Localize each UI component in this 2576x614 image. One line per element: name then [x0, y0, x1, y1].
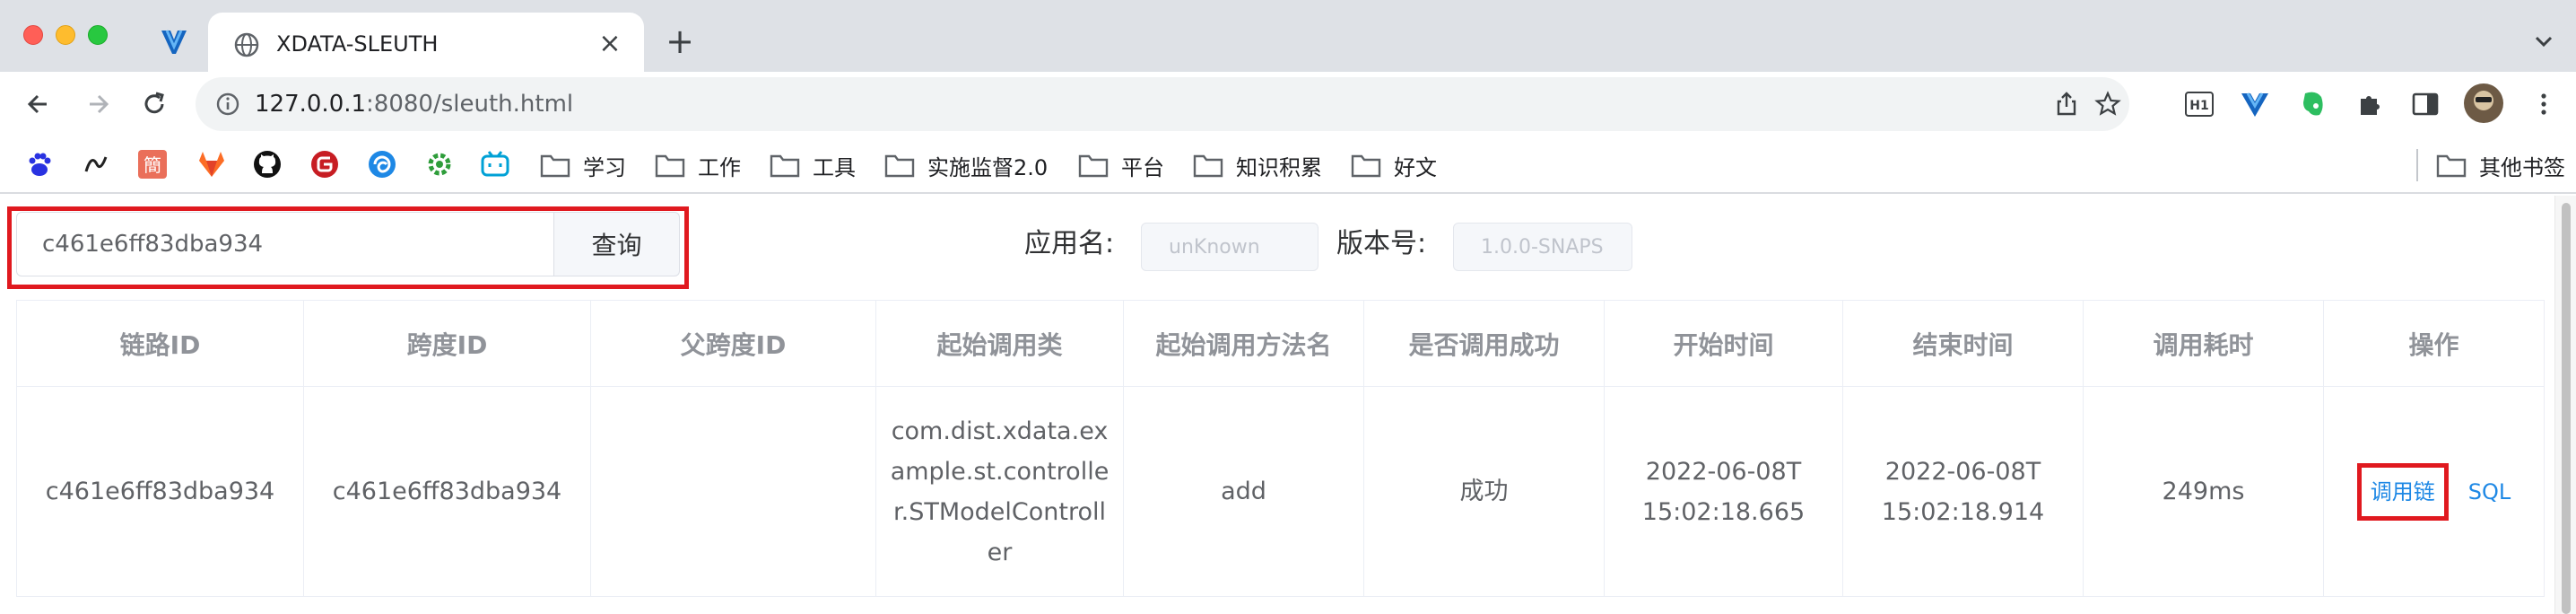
column-header-end-time: 结束时间	[1842, 300, 2084, 387]
gitlab-icon[interactable]	[196, 148, 228, 180]
cell-actions: 调用链 SQL	[2323, 386, 2545, 597]
bookmark-folder-tools[interactable]: 工具	[770, 147, 856, 183]
bookmark-folder-work[interactable]: 工作	[655, 147, 741, 183]
globe-icon	[234, 32, 259, 57]
table-row: c461e6ff83dba934 c461e6ff83dba934 com.di…	[16, 386, 2545, 597]
cell-trace-id: c461e6ff83dba934	[16, 386, 304, 597]
bilibili-icon[interactable]	[479, 148, 511, 180]
bookmark-folder-knowledge[interactable]: 知识积累	[1193, 147, 1322, 183]
svg-text:簡: 簡	[144, 154, 161, 176]
info-icon[interactable]	[215, 92, 240, 117]
version-label: 版本号:	[1336, 228, 1427, 259]
column-header-trace-id: 链路ID	[16, 300, 304, 387]
cell-end-time: 2022-06-08T15:02:18.914	[1842, 386, 2084, 597]
swirl-icon[interactable]	[366, 148, 398, 180]
column-header-method: 起始调用方法名	[1123, 300, 1364, 387]
svg-text:H1: H1	[2189, 99, 2208, 113]
forward-arrow-icon[interactable]	[79, 84, 118, 124]
bookmarks-bar: 簡 学习 工作 工具 实施监督2.0 平台 知识积累 好文 其他书签	[0, 136, 2576, 194]
cell-class-name: com.dist.xdata.example.st.controller.STM…	[875, 386, 1124, 597]
folder-icon	[655, 154, 685, 178]
version-field[interactable]	[1453, 223, 1632, 271]
bookmark-folder-platform[interactable]: 平台	[1078, 147, 1164, 183]
back-arrow-icon[interactable]	[20, 84, 59, 124]
chevron-down-icon[interactable]	[2526, 23, 2562, 59]
cell-span-id: c461e6ff83dba934	[303, 386, 591, 597]
puzzle-extensions-icon[interactable]	[2354, 88, 2386, 120]
folder-icon	[1351, 154, 1381, 178]
tab-strip: XDATA-SLEUTH × +	[0, 0, 2576, 72]
column-header-start-time: 开始时间	[1604, 300, 1843, 387]
folder-icon	[1078, 154, 1109, 178]
bookmarks-separator	[2416, 149, 2418, 181]
close-window-button[interactable]	[23, 25, 43, 45]
browser-toolbar: 127.0.0.1:8080/sleuth.html H1	[0, 72, 2576, 136]
app-name-field[interactable]	[1141, 223, 1318, 271]
active-tab[interactable]: XDATA-SLEUTH ×	[208, 13, 644, 72]
script-a-icon[interactable]	[79, 148, 111, 180]
bookmark-folder-other[interactable]: 其他书签	[2436, 147, 2565, 183]
cell-start-time: 2022-06-08T15:02:18.665	[1604, 386, 1843, 597]
call-chain-highlight-box: 调用链	[2356, 462, 2449, 521]
cell-parent-span-id	[590, 386, 876, 597]
trace-table: 链路ID 跨度ID 父跨度ID 起始调用类 起始调用方法名 是否调用成功 开始时…	[16, 300, 2545, 597]
baidu-paw-icon[interactable]	[23, 148, 56, 180]
folder-icon	[540, 154, 570, 178]
cell-success: 成功	[1363, 386, 1605, 597]
side-panel-icon[interactable]	[2409, 88, 2441, 120]
h1-extension-icon[interactable]: H1	[2183, 88, 2215, 120]
gitee-icon[interactable]	[309, 148, 341, 180]
jianshu-icon[interactable]: 簡	[136, 148, 169, 180]
menu-kebab-icon[interactable]	[2528, 88, 2560, 120]
tab-close-icon[interactable]: ×	[592, 26, 628, 62]
maximize-window-button[interactable]	[88, 25, 108, 45]
github-icon[interactable]	[251, 148, 283, 180]
tab-title: XDATA-SLEUTH	[276, 31, 439, 57]
star-icon[interactable]	[2093, 90, 2122, 118]
folder-icon	[2436, 154, 2467, 178]
avatar[interactable]	[2463, 83, 2504, 124]
new-tab-button[interactable]: +	[660, 22, 700, 61]
green-gear-icon[interactable]	[423, 148, 456, 180]
minimize-window-button[interactable]	[56, 25, 75, 45]
bookmark-folder-study[interactable]: 学习	[540, 147, 626, 183]
bookmark-folder-supervision[interactable]: 实施监督2.0	[884, 147, 1048, 183]
bookmark-folder-articles[interactable]: 好文	[1351, 147, 1437, 183]
folder-icon	[770, 154, 800, 178]
app-name-label: 应用名:	[1024, 228, 1115, 259]
scrollbar-thumb[interactable]	[2562, 203, 2571, 614]
column-header-span-id: 跨度ID	[303, 300, 591, 387]
trace-id-search-input[interactable]	[16, 212, 554, 276]
column-header-parent-span-id: 父跨度ID	[590, 300, 876, 387]
address-bar[interactable]: 127.0.0.1:8080/sleuth.html	[196, 77, 2129, 131]
call-chain-link[interactable]: 调用链	[2371, 479, 2435, 504]
table-header-row: 链路ID 跨度ID 父跨度ID 起始调用类 起始调用方法名 是否调用成功 开始时…	[16, 300, 2545, 387]
query-button[interactable]: 查询	[554, 212, 680, 276]
folder-icon	[1193, 154, 1223, 178]
column-header-duration: 调用耗时	[2083, 300, 2324, 387]
vue-devtools-icon[interactable]	[2239, 88, 2271, 120]
page-content: 查询 应用名: 版本号: 链路ID 跨度ID 父跨度ID 起始调用类 起始调用方…	[0, 196, 2576, 614]
cell-method: add	[1123, 386, 1364, 597]
reload-icon[interactable]	[135, 84, 174, 124]
share-icon[interactable]	[2052, 90, 2081, 118]
evernote-icon[interactable]	[2296, 88, 2328, 120]
cell-duration: 249ms	[2083, 386, 2324, 597]
sql-link[interactable]: SQL	[2468, 479, 2511, 504]
column-header-success: 是否调用成功	[1363, 300, 1605, 387]
pinned-tab-icon[interactable]	[158, 25, 190, 57]
column-header-actions: 操作	[2323, 300, 2545, 387]
folder-icon	[884, 154, 915, 178]
column-header-class: 起始调用类	[875, 300, 1124, 387]
url-text: 127.0.0.1:8080/sleuth.html	[255, 91, 574, 118]
